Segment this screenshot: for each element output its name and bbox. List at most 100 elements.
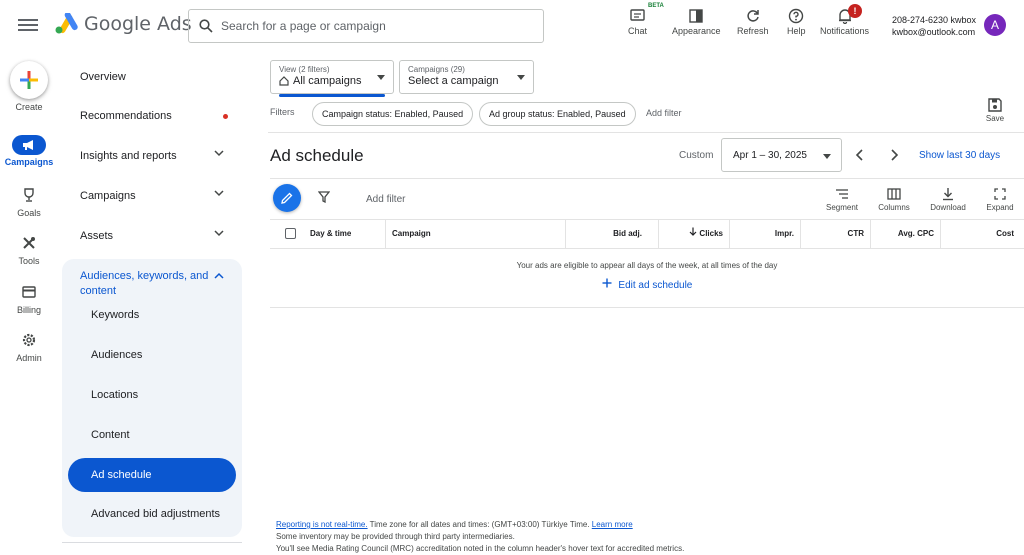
rail-item-billing[interactable]: Billing (0, 281, 58, 315)
refresh-button[interactable]: Refresh (737, 6, 769, 46)
filter-icon[interactable] (318, 191, 330, 203)
chat-icon (629, 9, 645, 21)
timezone-text: Time zone for all dates and times: (GMT+… (367, 520, 592, 529)
rail-campaigns-label: Campaigns (4, 157, 54, 167)
filter-chip-ad-group-status[interactable]: Ad group status: Enabled, Paused (479, 102, 636, 126)
expand-label: Expand (986, 203, 1014, 212)
chat-label: Chat (628, 26, 648, 36)
nav-sub-locations[interactable]: Locations (68, 378, 236, 412)
expand-button[interactable]: Expand (983, 185, 1017, 212)
rail-create-label: Create (15, 102, 43, 112)
column-header-campaign[interactable]: Campaign (386, 220, 566, 248)
nav-group-audiences: Audiences, keywords, and content Keyword… (62, 259, 242, 537)
view-selector[interactable]: View (2 filters) All campaigns (270, 60, 394, 97)
sort-descending-icon (689, 227, 697, 236)
column-header-ctr[interactable]: CTR (801, 220, 871, 248)
add-filter-link[interactable]: Add filter (646, 108, 682, 118)
empty-state-message: Your ads are eligible to appear all days… (516, 261, 778, 270)
search-box[interactable] (188, 9, 544, 43)
edit-fab-button[interactable] (273, 184, 301, 212)
nav-insights-label: Insights and reports (80, 150, 177, 162)
date-dropdown-icon (823, 154, 831, 159)
nav-item-insights[interactable]: Insights and reports (62, 136, 242, 176)
notifications-label: Notifications (820, 26, 870, 36)
campaign-selector[interactable]: Campaigns (29) Select a campaign (399, 60, 534, 94)
segment-button[interactable]: Segment (823, 185, 861, 212)
not-realtime-link[interactable]: Reporting is not real-time. (276, 520, 368, 529)
nav-sub-content[interactable]: Content (68, 418, 236, 452)
appearance-label: Appearance (672, 26, 721, 36)
ad-schedule-table: Add filter Segment Columns Download Expa… (270, 178, 1024, 308)
date-range-selector[interactable]: Apr 1 – 30, 2025 (721, 138, 842, 172)
pencil-icon (281, 192, 293, 204)
rail-billing-label: Billing (16, 305, 41, 315)
avatar[interactable]: A (984, 14, 1006, 36)
nav-sub-audiences[interactable]: Audiences (68, 338, 236, 372)
edit-ad-schedule-link[interactable]: Edit ad schedule (270, 278, 1024, 291)
rail-item-campaigns[interactable]: Campaigns (0, 135, 58, 167)
create-button[interactable] (10, 61, 48, 99)
columns-button[interactable]: Columns (876, 185, 912, 212)
google-ads-logo-icon (55, 13, 78, 34)
refresh-icon (747, 10, 759, 22)
nav-sub-advanced-bid-adjustments[interactable]: Advanced bid adjustments (68, 497, 236, 531)
save-icon (988, 98, 1002, 112)
rail-tools-label: Tools (18, 256, 40, 266)
rail-item-admin[interactable]: Admin (0, 329, 58, 363)
nav-item-assets[interactable]: Assets (62, 216, 242, 256)
nav-sub-ad-schedule[interactable]: Ad schedule (68, 458, 236, 492)
nav-group-title[interactable]: Audiences, keywords, and content (80, 269, 215, 299)
search-input[interactable] (221, 19, 521, 33)
filter-chip-campaign-status[interactable]: Campaign status: Enabled, Paused (312, 102, 474, 126)
nav-item-overview[interactable]: Overview (62, 57, 242, 97)
column-header-day-time[interactable]: Day & time (270, 220, 386, 248)
edit-ad-schedule-label: Edit ad schedule (618, 280, 693, 291)
nav-campaigns-label: Campaigns (80, 190, 136, 202)
view-selector-underline (279, 94, 385, 97)
account-id: 208-274-6230 kwbox (892, 15, 977, 25)
previous-period-icon[interactable] (851, 146, 869, 164)
credit-card-icon (22, 286, 36, 298)
appearance-button[interactable]: Appearance (672, 6, 721, 46)
date-custom-label: Custom (679, 150, 714, 161)
nav-overview-label: Overview (80, 71, 126, 83)
next-period-icon[interactable] (885, 146, 903, 164)
tools-icon (23, 237, 35, 249)
column-header-cost[interactable]: Cost (941, 220, 1024, 248)
megaphone-icon (23, 140, 33, 150)
column-header-impr[interactable]: Impr. (730, 220, 801, 248)
main-menu-icon[interactable] (18, 16, 38, 34)
chevron-down-icon (214, 150, 224, 157)
save-label: Save (985, 114, 1005, 123)
chat-button[interactable]: Chat (628, 6, 647, 46)
recommendation-dot (223, 114, 228, 119)
google-ads-logo[interactable]: Google Ads (54, 13, 192, 35)
help-button[interactable]: Help (787, 6, 806, 46)
download-button[interactable]: Download (927, 185, 969, 212)
date-range-value: Apr 1 – 30, 2025 (733, 150, 807, 161)
column-header-clicks[interactable]: Clicks (659, 220, 730, 248)
help-icon (789, 8, 804, 24)
footer-line-2: Some inventory may be provided through t… (276, 532, 515, 541)
column-header-avg-cpc[interactable]: Avg. CPC (871, 220, 941, 248)
chevron-up-icon[interactable] (214, 272, 224, 279)
nav-sub-keywords[interactable]: Keywords (68, 298, 236, 332)
learn-more-link[interactable]: Learn more (592, 520, 633, 529)
home-icon (279, 76, 289, 86)
column-header-bid-adj[interactable]: Bid adj. (566, 220, 659, 248)
segment-label: Segment (825, 203, 859, 212)
nav-item-campaigns[interactable]: Campaigns (62, 176, 242, 216)
save-button[interactable]: Save (982, 98, 1008, 123)
rail-item-goals[interactable]: Goals (0, 184, 58, 218)
footer-notes: Reporting is not real-time. Time zone fo… (276, 519, 684, 555)
app-name: Google Ads (84, 13, 192, 35)
nav-item-recommendations[interactable]: Recommendations (62, 96, 242, 136)
rail-item-tools[interactable]: Tools (0, 232, 58, 266)
show-last-30-days-link[interactable]: Show last 30 days (919, 150, 1000, 161)
campaign-selector-label: Campaigns (29) (408, 65, 465, 74)
filters-label: Filters (270, 107, 295, 117)
table-add-filter[interactable]: Add filter (366, 194, 405, 205)
plus-icon (602, 278, 612, 288)
view-selector-value: All campaigns (293, 75, 362, 87)
account-info[interactable]: 208-274-6230 kwbox kwbox@outlook.com (892, 14, 976, 38)
